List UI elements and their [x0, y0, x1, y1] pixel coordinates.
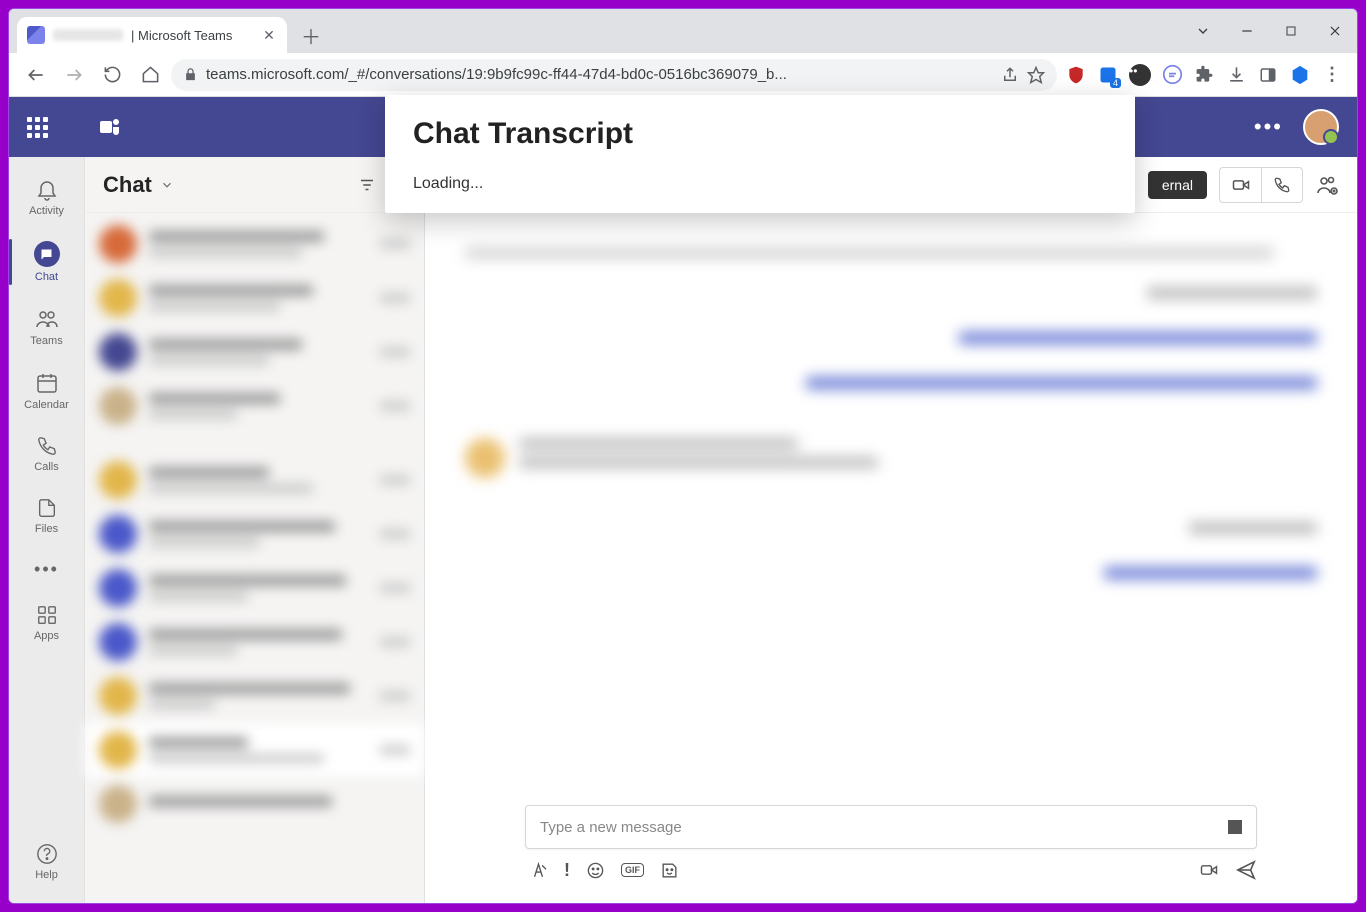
priority-icon[interactable]: ! [564, 860, 570, 881]
rail-teams-label: Teams [30, 335, 62, 347]
tabs-dropdown-icon[interactable] [1181, 13, 1225, 49]
window-close-icon[interactable] [1313, 13, 1357, 49]
popup-title: Chat Transcript [413, 117, 1107, 151]
rail-files[interactable]: Files [9, 489, 85, 543]
lock-icon [183, 67, 198, 82]
browser-tab[interactable]: | Microsoft Teams ✕ [17, 17, 287, 53]
conversation-messages [425, 213, 1357, 805]
file-icon [36, 497, 58, 519]
window-maximize-icon[interactable] [1269, 13, 1313, 49]
new-tab-button[interactable]: ＋ [297, 21, 325, 49]
forward-button[interactable] [57, 58, 91, 92]
rail-more[interactable]: ••• [9, 551, 85, 588]
rail-help[interactable]: Help [9, 835, 85, 889]
audio-call-button[interactable] [1261, 167, 1303, 203]
browser-menu-button[interactable]: ⋮ [1317, 60, 1347, 90]
chat-list-items [85, 213, 424, 903]
app-launcher-icon[interactable] [27, 117, 48, 138]
format-icon[interactable] [529, 861, 548, 880]
rail-help-label: Help [35, 869, 58, 881]
composer-placeholder: Type a new message [540, 819, 682, 836]
sidepanel-button[interactable] [1253, 60, 1283, 90]
rail-apps[interactable]: Apps [9, 596, 85, 650]
extensions-button[interactable] [1189, 60, 1219, 90]
chat-list-item[interactable] [85, 723, 424, 777]
window-minimize-icon[interactable] [1225, 13, 1269, 49]
chat-list-item[interactable] [85, 615, 424, 669]
chat-list-item[interactable] [85, 325, 424, 379]
conversation-panel: ernal [425, 157, 1357, 903]
tab-title: | Microsoft Teams [131, 28, 253, 43]
video-clip-icon[interactable] [1199, 860, 1219, 880]
rail-chat[interactable]: Chat [9, 233, 85, 291]
rail-calls[interactable]: Calls [9, 427, 85, 481]
chat-list-item[interactable] [85, 379, 424, 433]
composer-square-icon[interactable] [1228, 820, 1242, 834]
rail-calendar[interactable]: Calendar [9, 363, 85, 419]
video-call-button[interactable] [1219, 167, 1261, 203]
extension-ublock-icon[interactable] [1061, 60, 1091, 90]
rail-activity-label: Activity [29, 205, 64, 217]
rail-activity[interactable]: Activity [9, 169, 85, 225]
chat-bubble-icon [34, 241, 60, 267]
home-button[interactable] [133, 58, 167, 92]
back-button[interactable] [19, 58, 53, 92]
extension-badge-count: 4 [1110, 78, 1121, 88]
add-people-button[interactable] [1315, 173, 1339, 197]
filter-icon[interactable] [358, 176, 376, 194]
chat-list-title: Chat [103, 172, 152, 198]
extension-hex-icon[interactable] [1285, 60, 1315, 90]
reload-button[interactable] [95, 58, 129, 92]
phone-icon [36, 435, 58, 457]
emoji-icon[interactable] [586, 861, 605, 880]
external-badge: ernal [1148, 171, 1207, 199]
chat-list-panel: Chat [85, 157, 425, 903]
chat-list-item[interactable] [85, 561, 424, 615]
extension-chat-icon[interactable] [1157, 60, 1187, 90]
gif-icon[interactable]: GIF [621, 863, 644, 877]
address-bar[interactable]: teams.microsoft.com/_#/conversations/19:… [171, 59, 1057, 91]
teams-favicon-icon [27, 26, 45, 44]
tab-title-blurred [53, 29, 123, 41]
chat-list-item[interactable] [85, 217, 424, 271]
teams-logo-icon[interactable] [98, 115, 122, 139]
apps-grid-icon [36, 604, 58, 626]
chat-list-item[interactable] [85, 271, 424, 325]
chat-list-item[interactable] [85, 669, 424, 723]
extension-panda-icon[interactable]: •• [1125, 60, 1155, 90]
close-tab-icon[interactable]: ✕ [261, 27, 277, 43]
url-text: teams.microsoft.com/_#/conversations/19:… [206, 66, 993, 83]
rail-calls-label: Calls [34, 461, 58, 473]
chat-transcript-popup: Chat Transcript Loading... [385, 95, 1135, 213]
more-icon: ••• [34, 559, 59, 580]
browser-tab-bar: | Microsoft Teams ✕ ＋ [9, 9, 1357, 53]
share-icon[interactable] [1001, 66, 1019, 84]
rail-teams[interactable]: Teams [9, 299, 85, 355]
rail-apps-label: Apps [34, 630, 59, 642]
message-composer[interactable]: Type a new message [525, 805, 1257, 849]
calendar-icon [35, 371, 59, 395]
bookmark-star-icon[interactable] [1027, 66, 1045, 84]
navigation-rail: Activity Chat Teams [9, 157, 85, 903]
browser-toolbar: teams.microsoft.com/_#/conversations/19:… [9, 53, 1357, 97]
downloads-button[interactable] [1221, 60, 1251, 90]
sticker-icon[interactable] [660, 861, 679, 880]
user-avatar[interactable] [1303, 109, 1339, 145]
people-icon [35, 307, 59, 331]
chat-list-item[interactable] [85, 453, 424, 507]
extension-blue-icon[interactable]: 4 [1093, 60, 1123, 90]
header-more-button[interactable]: ••• [1254, 114, 1283, 140]
rail-files-label: Files [35, 523, 58, 535]
bell-icon [35, 177, 59, 201]
chevron-down-icon[interactable] [160, 178, 174, 192]
popup-status: Loading... [413, 175, 1107, 193]
send-button[interactable] [1235, 859, 1257, 881]
chat-list-item[interactable] [85, 777, 424, 831]
rail-chat-label: Chat [35, 271, 58, 283]
chat-list-item[interactable] [85, 507, 424, 561]
help-icon [36, 843, 58, 865]
rail-calendar-label: Calendar [24, 399, 69, 411]
